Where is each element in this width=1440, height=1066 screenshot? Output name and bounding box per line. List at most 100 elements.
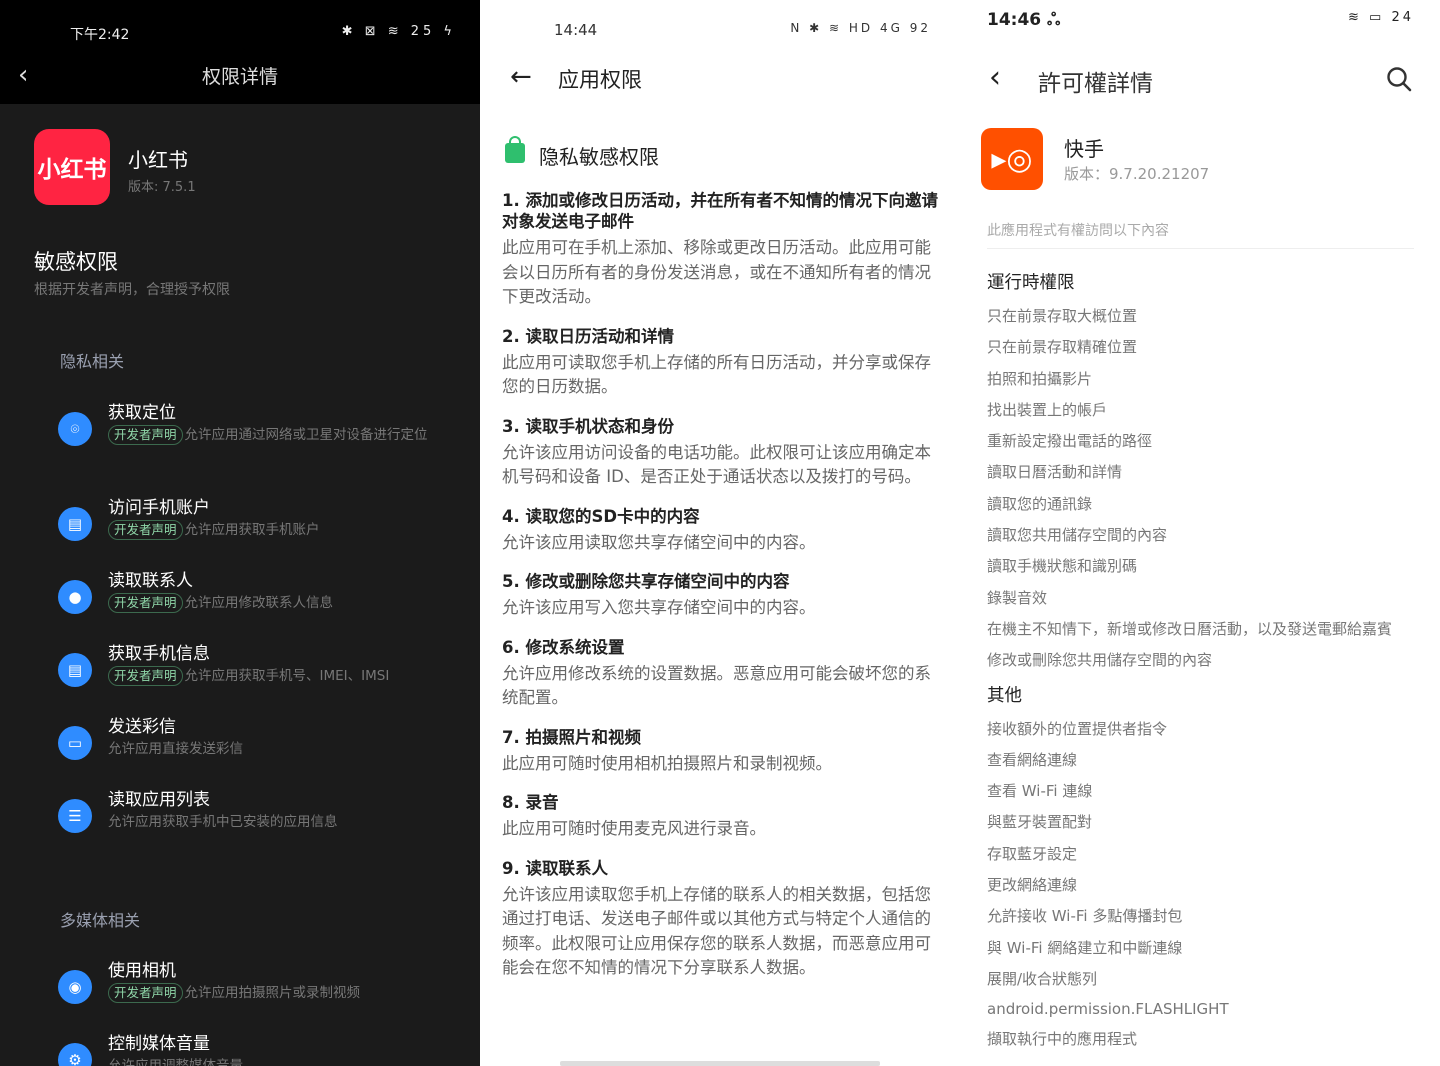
permission-item[interactable]: 找出裝置上的帳戶 <box>987 395 1440 426</box>
permission-item[interactable]: 讀取日曆活動和詳情 <box>987 457 1440 488</box>
other-section-title: 其他 <box>987 685 1022 706</box>
permission-item[interactable]: 只在前景存取精確位置 <box>987 332 1440 363</box>
page-title: 权限详情 <box>201 66 278 88</box>
permission-entry: 9. 读取联系人允许该应用读取您手机上存储的联系人的相关数据，包括您通过打电话、… <box>502 858 940 981</box>
permission-item[interactable]: 允許接收 Wi-Fi 多點傳播封包 <box>987 901 1440 932</box>
xiaohongshu-permission-panel: 下午2:42 ✱ ⊠ ≋ 25 ϟ ‹ 权限详情 小红书 小红书 版本: 7.5… <box>0 0 480 1066</box>
permission-desc: 允许应用直接发送彩信 <box>108 741 243 757</box>
back-arrow-icon[interactable]: ← <box>510 62 532 92</box>
status-time: 14:44 <box>554 21 598 39</box>
permission-desc: 允许该应用读取您手机上存储的联系人的相关数据，包括您通过打电话、发送电子邮件或以… <box>502 884 931 978</box>
permission-item[interactable]: 與藍牙裝置配對 <box>987 807 1440 838</box>
permission-item[interactable]: 錄製音效 <box>987 583 1440 614</box>
permission-desc: 此应用可读取您手机上存储的所有日历活动，并分享或保存您的日历数据。 <box>502 352 931 397</box>
location-icon: ⌾ <box>58 412 92 446</box>
divider <box>987 248 1414 249</box>
group-title: 隐私相关 <box>60 352 125 371</box>
permission-item[interactable]: 接收額外的位置提供者指令 <box>987 714 1440 745</box>
permission-desc: 此应用可在手机上添加、移除或更改日历活动。此应用可能会以日历所有者的身份发送消息… <box>502 238 931 306</box>
permission-title: 使用相机 <box>108 961 176 981</box>
permission-item[interactable]: 擷取執行中的應用程式 <box>987 1025 1440 1055</box>
permission-desc: 允许应用调整媒体音量 <box>108 1058 243 1066</box>
scrollbar[interactable] <box>560 1061 880 1066</box>
permission-item[interactable]: 拍照和拍攝影片 <box>987 364 1440 395</box>
permission-item[interactable]: 更改網絡連線 <box>987 870 1440 901</box>
permission-item[interactable]: 查看網絡連線 <box>987 745 1440 776</box>
permission-desc: 允许该应用写入您共享存储空间中的内容。 <box>502 598 816 617</box>
status-time: 下午2:42 <box>70 27 130 43</box>
app-version: 版本: 7.5.1 <box>128 180 196 195</box>
permission-desc: 允许应用修改联系人信息 <box>184 595 334 611</box>
permission-entry: 2. 读取日历活动和详情 此应用可读取您手机上存储的所有日历活动，并分享或保存您的… <box>502 326 940 400</box>
permission-item[interactable]: 只在前景存取大概位置 <box>987 301 1440 332</box>
permission-desc: 此应用可随时使用相机拍摄照片和录制视频。 <box>502 753 832 773</box>
section-title: 敏感权限 <box>34 250 118 274</box>
status-time: 14:46 ஃ <box>987 10 1061 30</box>
permission-item[interactable]: 與 Wi-Fi 網絡建立和中斷連線 <box>987 933 1440 964</box>
permission-entry: 8. 录音 此应用可随时使用麦克风进行录音。 <box>502 792 940 842</box>
permission-item[interactable]: 讀取手機狀態和識別碼 <box>987 551 1440 582</box>
permission-desc-line: 允许应用获取手机中已安装的应用信息 <box>108 811 438 833</box>
developer-declared-badge: 开发者声明 <box>108 520 183 540</box>
developer-declared-badge: 开发者声明 <box>108 593 183 613</box>
permission-item[interactable]: 展開/收合狀態列 <box>987 964 1440 995</box>
permission-list: 運行時權限只在前景存取大概位置 只在前景存取精確位置 拍照和拍攝影片 找出裝置上的帳戶… <box>987 268 1440 1054</box>
permission-title: 读取联系人 <box>108 571 193 591</box>
app-list-icon: ☰ <box>58 799 92 833</box>
access-note: 此應用程式有權訪問以下內容 <box>987 223 1169 239</box>
permission-desc-line: 开发者声明 允许应用拍摄照片或录制视频 <box>108 982 438 1004</box>
app-version: 版本：9.7.20.21207 <box>1064 165 1210 183</box>
app-name: 小红书 <box>128 148 188 172</box>
permission-title: 4. 读取您的SD卡中的内容 <box>502 506 700 526</box>
permission-entry: 7. 拍摄照片和视频此应用可随时使用相机拍摄照片和录制视频。 <box>502 727 940 777</box>
phone-info-icon: ▤ <box>58 653 92 687</box>
permission-title: 1. 添加或修改日历活动，并在所有者不知情的情况下向邀请对象发送电子邮件 <box>502 191 938 231</box>
permission-item[interactable]: 讀取您的通訊錄 <box>987 489 1440 520</box>
permission-item[interactable]: 查看 Wi-Fi 連線 <box>987 776 1440 807</box>
permission-desc: 允许应用修改系统的设置数据。恶意应用可能会破坏您的系统配置。 <box>502 663 931 708</box>
permission-desc-line: 开发者声明 允许应用获取手机号、IMEI、IMSI <box>108 665 438 687</box>
group-title: 多媒体相关 <box>60 911 141 930</box>
permission-entry: 1. 添加或修改日历活动，并在所有者不知情的情况下向邀请对象发送电子邮件此应用可… <box>502 190 940 310</box>
developer-declared-badge: 开发者声明 <box>108 983 183 1003</box>
permission-desc: 允许该应用访问设备的电话功能。此权限可让该应用确定本机号码和设备 ID、是否正处… <box>502 442 931 487</box>
permission-item[interactable]: 重新設定撥出電話的路徑 <box>987 426 1440 457</box>
permission-desc-line: 允许应用调整媒体音量 <box>108 1055 438 1066</box>
permission-item[interactable]: 在機主不知情下，新增或修改日曆活動，以及發送電郵給嘉賓 <box>987 614 1440 645</box>
permission-entry: 5. 修改或删除您共享存储空间中的内容允许该应用写入您共享存储空间中的内容。 <box>502 571 940 621</box>
permission-desc: 允许应用获取手机中已安装的应用信息 <box>108 814 338 830</box>
permission-title: 8. 录音 <box>502 793 559 812</box>
permission-item[interactable]: 存取藍牙設定 <box>987 839 1440 870</box>
search-icon[interactable] <box>1386 66 1412 92</box>
permission-title: 发送彩信 <box>108 717 176 737</box>
permission-desc: 允许该应用读取您共享存储空间中的内容。 <box>502 532 816 552</box>
permission-title: 9. 读取联系人 <box>502 858 608 878</box>
section-subtitle: 根据开发者声明，合理授予权限 <box>34 282 230 298</box>
kuaishou-permission-panel: 14:46 ஃ ≋ ▭ 24 ‹ 許可權詳情 ▸◎ 快手 版本：9.7.20.2… <box>955 0 1440 1066</box>
permission-title: 5. 修改或删除您共享存储空间中的内容 <box>502 572 790 591</box>
permission-title: 3. 读取手机状态和身份 <box>502 416 674 436</box>
permission-item[interactable]: android.permission.FLASHLIGHT <box>987 995 1440 1025</box>
status-icons: N ✱ ≋ HD 4G 92 <box>790 21 931 35</box>
permission-desc: 允许应用通过网络或卫星对设备进行定位 <box>184 427 428 443</box>
runtime-section-title: 運行時權限 <box>987 273 1075 293</box>
top-bar: 下午2:42 ✱ ⊠ ≋ 25 ϟ ‹ 权限详情 <box>0 0 480 104</box>
app-permission-panel: 14:44 N ✱ ≋ HD 4G 92 ← 应用权限 隐私敏感权限 1. 添加… <box>480 0 955 1066</box>
permission-title: 读取应用列表 <box>108 790 210 810</box>
status-icons: ≋ ▭ 24 <box>1348 10 1414 25</box>
lock-icon <box>505 136 525 163</box>
permission-desc-line: 允许应用直接发送彩信 <box>108 738 438 760</box>
permission-title: 控制媒体音量 <box>108 1034 210 1054</box>
status-icons: ✱ ⊠ ≋ 25 ϟ <box>341 24 456 39</box>
permission-item[interactable]: 讀取您共用儲存空間的內容 <box>987 520 1440 551</box>
developer-declared-badge: 开发者声明 <box>108 666 183 686</box>
permission-title: 7. 拍摄照片和视频 <box>502 727 641 747</box>
back-icon[interactable]: ‹ <box>989 60 1001 95</box>
permission-desc: 允许应用获取手机账户 <box>184 522 320 538</box>
permission-item[interactable]: 修改或刪除您共用儲存空間的內容 <box>987 645 1440 676</box>
permission-title: 获取手机信息 <box>108 644 210 664</box>
permission-desc: 允许应用拍摄照片或录制视频 <box>184 985 361 1001</box>
permission-desc-line: 开发者声明 允许应用修改联系人信息 <box>108 592 438 614</box>
page-title: 許可權詳情 <box>1038 71 1153 97</box>
camera-icon: ◉ <box>58 970 92 1004</box>
